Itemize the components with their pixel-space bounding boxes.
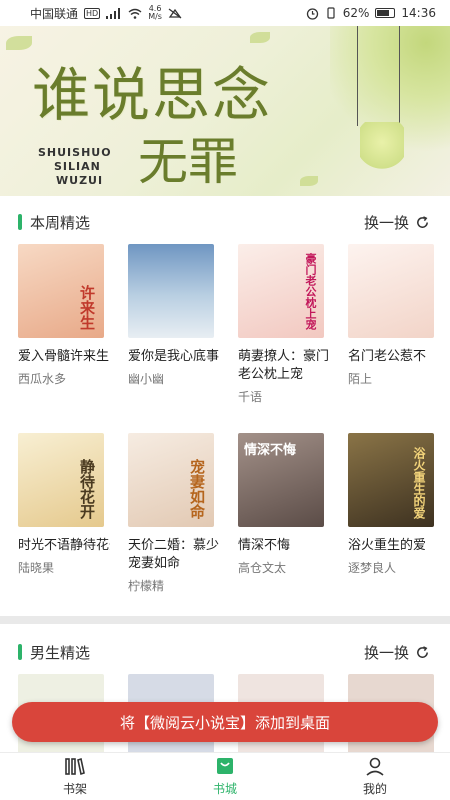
book-author: 逐梦良人 <box>348 561 397 575</box>
weekly-refresh-button[interactable]: 换一换 <box>364 212 430 233</box>
book-card[interactable]: 爱你是我心底事 幽小幽 <box>128 244 220 405</box>
bookshelf-icon <box>65 757 85 776</box>
tab-profile[interactable]: 我的 <box>300 753 450 800</box>
book-author: 柠檬精 <box>128 579 165 593</box>
swing-rope <box>357 26 358 126</box>
battery-percent: 62% <box>342 6 370 20</box>
weekly-section-header: 本周精选 换一换 <box>0 200 450 244</box>
wifi-icon <box>128 8 142 19</box>
book-card[interactable]: 宠妻如命 天价二婚：慕少宠妻如命 柠檬精 <box>128 433 220 594</box>
refresh-icon <box>417 645 428 658</box>
book-cover: 情深不悔 <box>238 433 324 527</box>
book-author: 幽小幽 <box>128 372 165 386</box>
book-cover: 静待花开 <box>18 433 104 527</box>
refresh-icon <box>417 215 428 228</box>
book-title: 浴火重生的爱 <box>348 538 427 553</box>
add-to-desktop-button[interactable]: 将【微阅云小说宝】添加到桌面 <box>12 702 438 742</box>
signal-icon <box>106 7 121 19</box>
book-title: 时光不语静待花开 <box>18 538 110 553</box>
mute-icon <box>168 7 182 19</box>
alarm-icon <box>306 7 318 20</box>
book-cover: 许来生 <box>18 244 104 338</box>
weekly-row-1: 许来生 爱入骨髓许来生 西瓜水多 爱你是我心底事 幽小幽 豪门老公枕上宠 萌妻撩… <box>0 244 450 405</box>
store-bag-icon <box>217 758 233 774</box>
swing-rope <box>399 26 400 126</box>
section-divider <box>0 616 450 624</box>
book-author: 陌上 <box>348 372 373 386</box>
banner-title-line2: 无罪 <box>138 133 238 191</box>
book-author: 陆晓果 <box>18 561 55 575</box>
bottom-tab-bar: 书架 书城 我的 <box>0 752 450 800</box>
book-card[interactable]: 名门老公惹不 陌上 <box>348 244 440 405</box>
book-card[interactable]: 静待花开 时光不语静待花开 陆晓果 <box>18 433 110 594</box>
tab-bookshelf[interactable]: 书架 <box>0 753 150 800</box>
book-cover <box>128 244 214 338</box>
vibrate-icon <box>327 7 335 19</box>
hd-badge: HD <box>84 7 101 19</box>
book-author: 千语 <box>238 390 263 404</box>
banner-leaf <box>250 32 270 43</box>
banner-pinyin: SHUISHUO SILIAN WUZUI <box>38 146 112 187</box>
book-title: 名门老公惹不 <box>348 349 427 364</box>
male-section-header: 男生精选 换一换 <box>0 630 450 674</box>
male-section-title: 男生精选 <box>30 643 91 662</box>
book-cover: 宠妻如命 <box>128 433 214 527</box>
carrier-label: 中国联通 <box>30 6 79 21</box>
book-title: 爱你是我心底事 <box>128 349 220 364</box>
book-cover <box>348 244 434 338</box>
section-accent-bar <box>18 214 22 230</box>
book-author: 高仓文太 <box>238 561 287 575</box>
status-bar: 中国联通 HD 4.6 M/s 62% 14:36 <box>0 0 450 26</box>
banner-title: 谁说思念 <box>32 61 273 129</box>
book-title: 情深不悔 <box>238 538 291 553</box>
book-author: 西瓜水多 <box>18 372 67 386</box>
tab-store[interactable]: 书城 <box>150 753 300 800</box>
clock: 14:36 <box>401 6 436 20</box>
weekly-section-title: 本周精选 <box>30 213 91 232</box>
net-speed: 4.6 M/s <box>148 4 162 21</box>
book-title: 爱入骨髓许来生 <box>18 349 110 364</box>
book-title: 萌妻撩人：豪门老公枕上宠 <box>238 349 330 382</box>
user-icon <box>366 757 384 776</box>
book-card[interactable]: 豪门老公枕上宠 萌妻撩人：豪门老公枕上宠 千语 <box>238 244 330 405</box>
banner-leaf <box>6 36 32 50</box>
book-card[interactable]: 浴火重生的爱 浴火重生的爱 逐梦良人 <box>348 433 440 594</box>
banner-leaf <box>300 176 318 186</box>
section-accent-bar <box>18 644 22 660</box>
book-card[interactable]: 情深不悔 情深不悔 高仓文太 <box>238 433 330 594</box>
weekly-row-2: 静待花开 时光不语静待花开 陆晓果 宠妻如命 天价二婚：慕少宠妻如命 柠檬精 情… <box>0 433 450 594</box>
male-refresh-button[interactable]: 换一换 <box>364 642 430 663</box>
promo-banner[interactable]: 谁说思念 无罪 SHUISHUO SILIAN WUZUI <box>0 26 450 196</box>
book-cover: 浴火重生的爱 <box>348 433 434 527</box>
banner-girl-art <box>360 122 404 180</box>
book-card[interactable]: 许来生 爱入骨髓许来生 西瓜水多 <box>18 244 110 405</box>
battery-icon <box>375 8 396 18</box>
book-title: 天价二婚：慕少宠妻如命 <box>128 538 220 571</box>
book-cover: 豪门老公枕上宠 <box>238 244 324 338</box>
